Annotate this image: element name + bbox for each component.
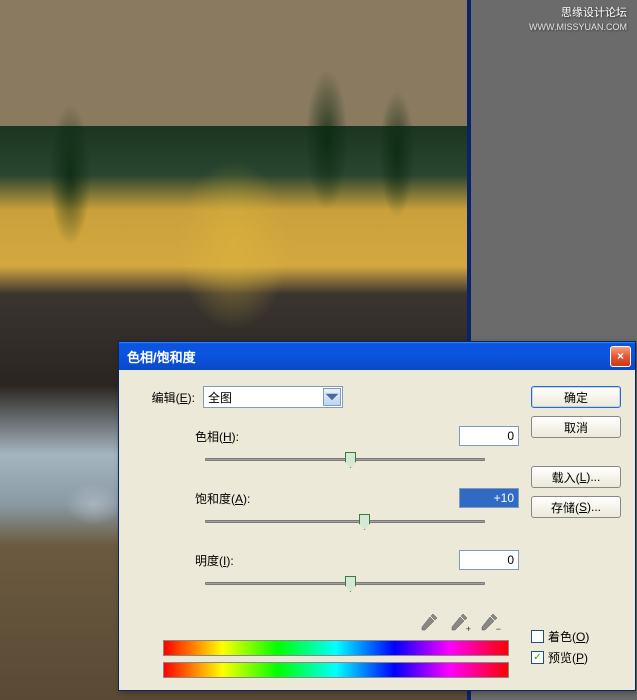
preview-checkbox[interactable]: ✓ xyxy=(531,651,544,664)
lightness-group: 明度(I): xyxy=(133,550,519,592)
colorize-label: 着色(O) xyxy=(548,628,589,645)
preview-label: 预览(P) xyxy=(548,649,588,666)
saturation-group: 饱和度(A): xyxy=(133,488,519,530)
saturation-input[interactable] xyxy=(459,488,519,508)
dialog-body: 编辑(E): 全图 色相(H): xyxy=(119,370,635,696)
spectrum-bar-top xyxy=(163,640,509,656)
load-button[interactable]: 载入(L)... xyxy=(531,466,621,488)
controls-column: 编辑(E): 全图 色相(H): xyxy=(133,386,519,680)
watermark-top: 思缘设计论坛 WWW.MISSYUAN.COM xyxy=(529,6,627,34)
lightness-label: 明度(I): xyxy=(195,552,459,569)
chevron-down-icon xyxy=(324,389,340,405)
eyedropper-icon[interactable] xyxy=(419,612,439,632)
eyedropper-subtract-icon[interactable]: − xyxy=(479,612,499,632)
lightness-slider[interactable] xyxy=(205,574,485,592)
saturation-label: 饱和度(A): xyxy=(195,490,459,507)
colorize-checkbox[interactable] xyxy=(531,630,544,643)
watermark-text: 思缘设计论坛 xyxy=(529,6,627,20)
hue-label: 色相(H): xyxy=(195,428,459,445)
edit-value: 全图 xyxy=(208,389,232,406)
edit-label: 编辑(E): xyxy=(133,389,195,406)
colorize-row: 着色(O) xyxy=(531,628,621,645)
slider-thumb[interactable] xyxy=(345,452,356,468)
buttons-column: 确定 取消 载入(L)... 存储(S)... 着色(O) ✓ 预览(P) xyxy=(531,386,621,680)
spectrum-bar-bottom xyxy=(163,662,509,678)
close-icon: × xyxy=(617,349,624,363)
hue-input[interactable] xyxy=(459,426,519,446)
hue-slider[interactable] xyxy=(205,450,485,468)
save-button[interactable]: 存储(S)... xyxy=(531,496,621,518)
checkbox-group: 着色(O) ✓ 预览(P) xyxy=(531,628,621,670)
cancel-button[interactable]: 取消 xyxy=(531,416,621,438)
plus-sign: + xyxy=(466,624,471,634)
ok-button[interactable]: 确定 xyxy=(531,386,621,408)
eyedropper-add-icon[interactable]: + xyxy=(449,612,469,632)
edit-row: 编辑(E): 全图 xyxy=(133,386,519,408)
hue-saturation-dialog: 色相/饱和度 × 编辑(E): 全图 色相(H): xyxy=(118,341,636,691)
close-button[interactable]: × xyxy=(610,346,631,367)
minus-sign: − xyxy=(496,624,501,634)
lightness-input[interactable] xyxy=(459,550,519,570)
eyedropper-group: + − xyxy=(133,612,519,632)
slider-thumb[interactable] xyxy=(359,514,370,530)
saturation-slider[interactable] xyxy=(205,512,485,530)
dropdown-button[interactable] xyxy=(323,388,341,406)
hue-group: 色相(H): xyxy=(133,426,519,468)
dialog-title: 色相/饱和度 xyxy=(127,347,610,366)
edit-dropdown[interactable]: 全图 xyxy=(203,386,343,408)
dialog-titlebar[interactable]: 色相/饱和度 × xyxy=(119,342,635,370)
preview-row: ✓ 预览(P) xyxy=(531,649,621,666)
slider-thumb[interactable] xyxy=(345,576,356,592)
slider-track xyxy=(205,520,485,523)
watermark-url: WWW.MISSYUAN.COM xyxy=(529,20,627,34)
